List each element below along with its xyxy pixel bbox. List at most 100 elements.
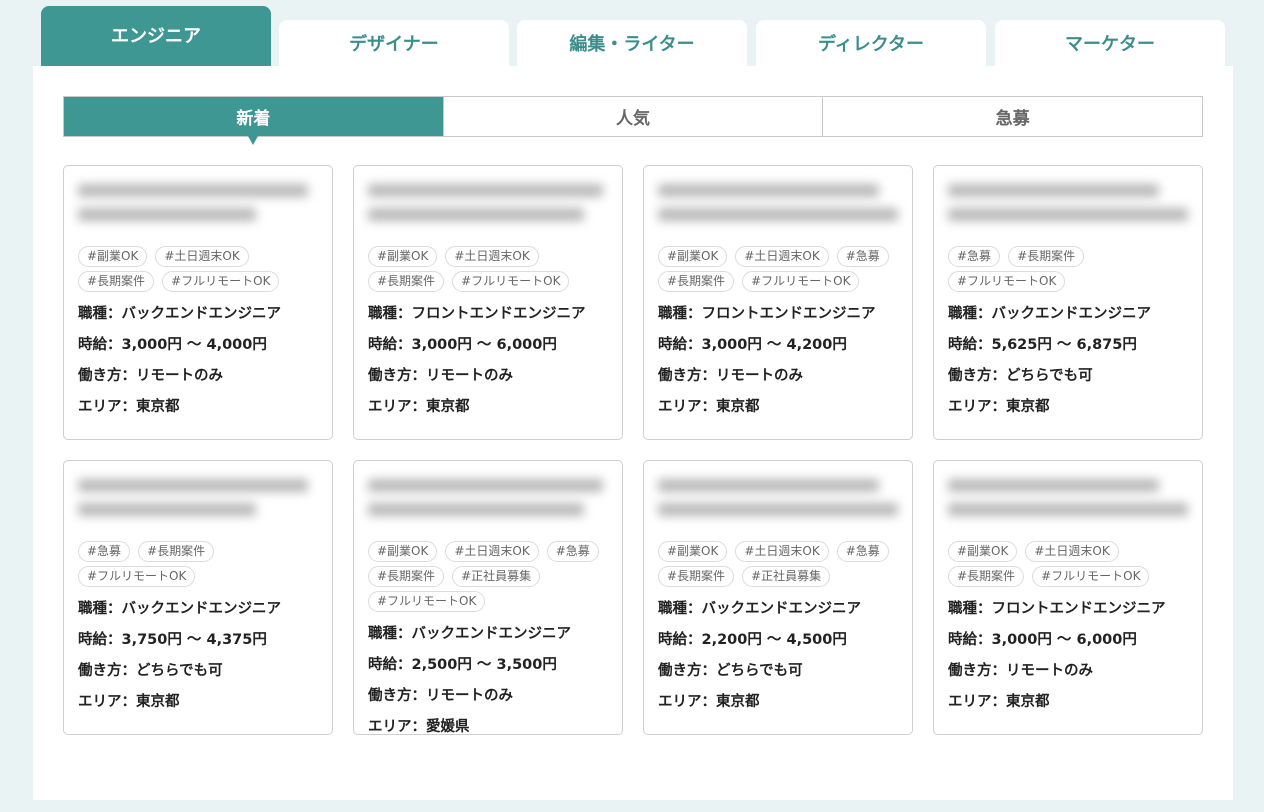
hourly-wage-label: 時給： xyxy=(658,632,702,648)
work-style-label: 働き方： xyxy=(368,688,426,704)
tag-badge[interactable]: #副業OK xyxy=(658,541,728,562)
tag-badge[interactable]: #急募 xyxy=(78,541,131,562)
job-info: 職種：フロントエンドエンジニア 時給：3,000円 ～ 6,000円 働き方：リモー… xyxy=(368,299,618,423)
tab-engineer[interactable]: エンジニア xyxy=(41,6,271,66)
tag-badge[interactable]: #副業OK xyxy=(78,246,148,267)
job-title-blurred xyxy=(78,184,318,236)
job-type-value: バックエンドエンジニア xyxy=(991,306,1152,322)
tag-badge[interactable]: #フルリモートOK xyxy=(742,271,860,292)
hourly-wage-label: 時給： xyxy=(948,632,992,648)
tag-list: #副業OK #土日週末OK #急募 #長期案件 #正社員募集 #フルリモートOK xyxy=(368,541,614,612)
tab-director[interactable]: ディレクター xyxy=(756,20,986,66)
area-value: 東京都 xyxy=(1006,694,1050,710)
work-style-row: 働き方：どちらでも可 xyxy=(948,361,1198,392)
area-label: エリア： xyxy=(658,399,716,415)
tab-urgent[interactable]: 急募 xyxy=(822,97,1202,136)
job-card[interactable]: #副業OK #土日週末OK #長期案件 #フルリモートOK 職種：フロントエンドエンジニ… xyxy=(353,165,623,440)
job-type-row: 職種：フロントエンドエンジニア xyxy=(948,594,1198,625)
job-type-row: 職種：フロントエンドエンジニア xyxy=(658,299,908,330)
wage-separator: ～ xyxy=(471,657,497,673)
tag-badge[interactable]: #長期案件 xyxy=(78,271,155,292)
tag-badge[interactable]: #急募 xyxy=(546,541,599,562)
job-card[interactable]: #副業OK #土日週末OK #急募 #長期案件 #正社員募集 #フルリモートOK 職種：バッ… xyxy=(353,460,623,735)
work-style-label: 働き方： xyxy=(658,368,716,384)
job-type-label: 職種： xyxy=(948,601,992,617)
work-style-label: 働き方： xyxy=(948,663,1006,679)
job-card[interactable]: #副業OK #土日週末OK #長期案件 #フルリモートOK 職種：バックエンドエンジニア… xyxy=(63,165,333,440)
job-card[interactable]: #急募 #長期案件 #フルリモートOK 職種：バックエンドエンジニア 時給：5,625円… xyxy=(933,165,1203,440)
job-title-blurred xyxy=(368,184,608,236)
tag-badge[interactable]: #長期案件 xyxy=(138,541,215,562)
area-row: エリア：東京都 xyxy=(78,687,328,718)
job-type-label: 職種： xyxy=(658,306,702,322)
tag-list: #副業OK #土日週末OK #長期案件 #フルリモートOK xyxy=(368,246,614,292)
hourly-wage-row: 時給：3,750円 ～ 4,375円 xyxy=(78,625,328,656)
tab-marketer[interactable]: マーケター xyxy=(995,20,1225,66)
tag-badge[interactable]: #土日週末OK xyxy=(735,541,829,562)
job-info: 職種：バックエンドエンジニア 時給：2,200円 ～ 4,500円 働き方：どちらで… xyxy=(658,594,908,718)
tag-badge[interactable]: #正社員募集 xyxy=(742,566,831,587)
area-label: エリア： xyxy=(658,694,716,710)
work-style-label: 働き方： xyxy=(78,368,136,384)
tag-badge[interactable]: #長期案件 xyxy=(948,566,1025,587)
job-card[interactable]: #副業OK #土日週末OK #長期案件 #フルリモートOK 職種：フロントエンドエンジニ… xyxy=(933,460,1203,735)
job-type-value: バックエンドエンジニア xyxy=(121,601,282,617)
tag-badge[interactable]: #急募 xyxy=(836,246,889,267)
tag-badge[interactable]: #フルリモートOK xyxy=(78,566,196,587)
tag-badge[interactable]: #フルリモートOK xyxy=(1032,566,1150,587)
tag-badge[interactable]: #副業OK xyxy=(368,246,438,267)
tag-badge[interactable]: #長期案件 xyxy=(1008,246,1085,267)
tag-badge[interactable]: #土日週末OK xyxy=(445,246,539,267)
job-type-row: 職種：バックエンドエンジニア xyxy=(78,299,328,330)
hourly-wage-label: 時給： xyxy=(78,337,122,353)
wage-max-value: 6,000円 xyxy=(1076,632,1137,648)
hourly-wage-row: 時給：5,625円 ～ 6,875円 xyxy=(948,330,1198,361)
job-card[interactable]: #副業OK #土日週末OK #急募 #長期案件 #正社員募集 職種：バックエンドエンジニア… xyxy=(643,460,913,735)
wage-max-value: 4,500円 xyxy=(786,632,847,648)
job-type-value: フロントエンドエンジニア xyxy=(411,306,586,322)
hourly-wage-row: 時給：2,500円 ～ 3,500円 xyxy=(368,650,618,681)
hourly-wage-row: 時給：3,000円 ～ 4,200円 xyxy=(658,330,908,361)
job-type-label: 職種： xyxy=(658,601,702,617)
work-style-row: 働き方：リモートのみ xyxy=(948,656,1198,687)
tab-popular[interactable]: 人気 xyxy=(442,97,823,136)
tag-badge[interactable]: #フルリモートOK xyxy=(452,271,570,292)
tag-badge[interactable]: #長期案件 xyxy=(658,566,735,587)
wage-separator: ～ xyxy=(181,632,207,648)
work-style-row: 働き方：リモートのみ xyxy=(658,361,908,392)
tag-badge[interactable]: #土日週末OK xyxy=(1025,541,1119,562)
job-title-blurred xyxy=(78,479,318,531)
hourly-wage-row: 時給：2,200円 ～ 4,500円 xyxy=(658,625,908,656)
area-row: エリア：愛媛県 xyxy=(368,712,618,743)
tag-badge[interactable]: #副業OK xyxy=(368,541,438,562)
tag-badge[interactable]: #副業OK xyxy=(948,541,1018,562)
work-style-label: 働き方： xyxy=(658,663,716,679)
job-card[interactable]: #急募 #長期案件 #フルリモートOK 職種：バックエンドエンジニア 時給：3,750円… xyxy=(63,460,333,735)
job-type-label: 職種： xyxy=(368,626,412,642)
job-info: 職種：バックエンドエンジニア 時給：3,750円 ～ 4,375円 働き方：どちらで… xyxy=(78,594,328,718)
tag-badge[interactable]: #副業OK xyxy=(658,246,728,267)
hourly-wage-label: 時給： xyxy=(368,657,412,673)
tab-new[interactable]: 新着 xyxy=(64,97,443,145)
tag-badge[interactable]: #フルリモートOK xyxy=(368,591,486,612)
job-card[interactable]: #副業OK #土日週末OK #急募 #長期案件 #フルリモートOK 職種：フロントエンドエ… xyxy=(643,165,913,440)
tag-badge[interactable]: #急募 xyxy=(948,246,1001,267)
tag-badge[interactable]: #急募 xyxy=(836,541,889,562)
tag-badge[interactable]: #フルリモートOK xyxy=(162,271,280,292)
tag-badge[interactable]: #フルリモートOK xyxy=(948,271,1066,292)
tab-designer[interactable]: デザイナー xyxy=(279,20,509,66)
tag-badge[interactable]: #長期案件 xyxy=(368,566,445,587)
work-style-row: 働き方：リモートのみ xyxy=(368,681,618,712)
wage-min-value: 5,625円 xyxy=(991,337,1052,353)
tag-badge[interactable]: #長期案件 xyxy=(658,271,735,292)
tag-badge[interactable]: #土日週末OK xyxy=(445,541,539,562)
job-title-blurred xyxy=(948,479,1188,531)
tag-badge[interactable]: #土日週末OK xyxy=(735,246,829,267)
tag-list: #副業OK #土日週末OK #急募 #長期案件 #フルリモートOK xyxy=(658,246,904,292)
tag-badge[interactable]: #土日週末OK xyxy=(155,246,249,267)
tag-badge[interactable]: #長期案件 xyxy=(368,271,445,292)
tag-badge[interactable]: #正社員募集 xyxy=(452,566,541,587)
tab-editor-writer[interactable]: 編集・ライター xyxy=(517,20,747,66)
wage-max-value: 4,200円 xyxy=(786,337,847,353)
job-info: 職種：バックエンドエンジニア 時給：3,000円 ～ 4,000円 働き方：リモート… xyxy=(78,299,328,423)
